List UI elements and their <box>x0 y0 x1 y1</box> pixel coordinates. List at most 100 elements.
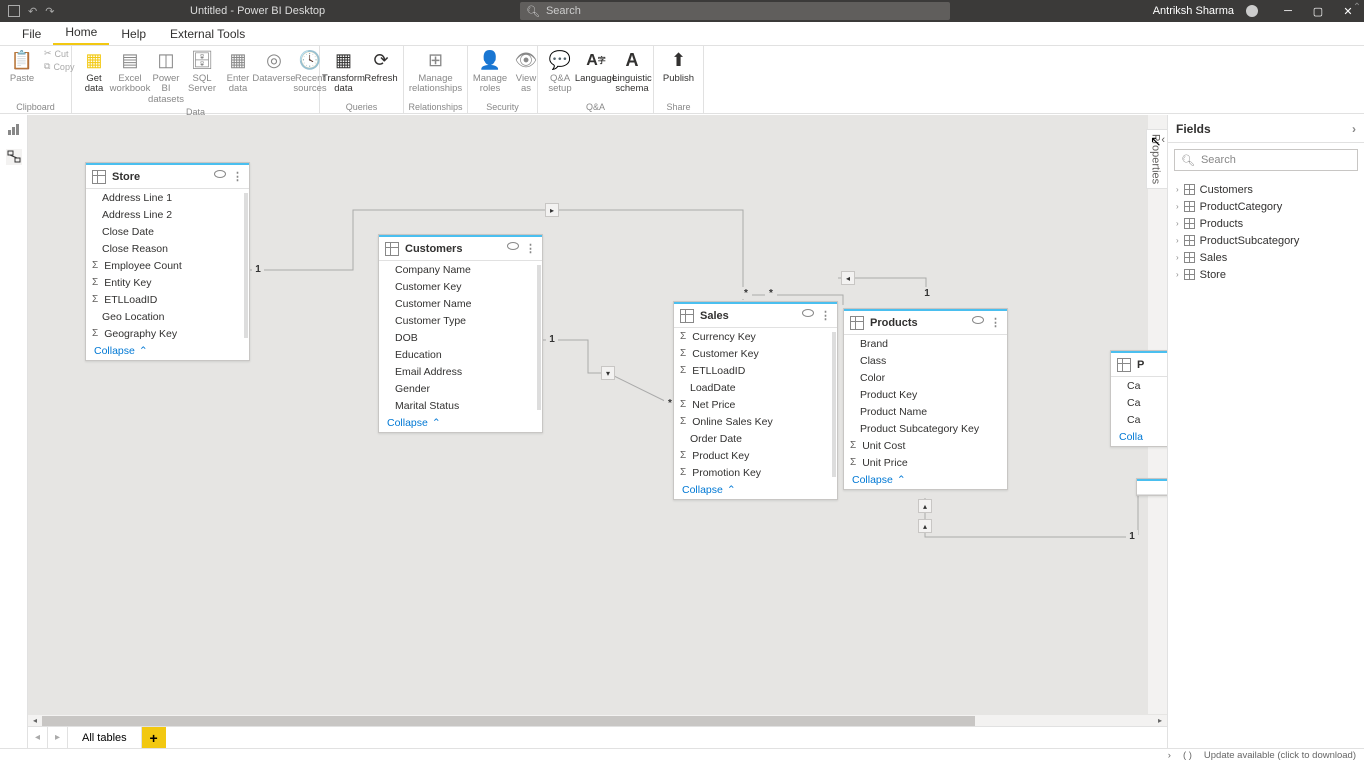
field-row[interactable]: Close Date <box>86 223 249 240</box>
field-row[interactable]: ΣEmployee Count <box>86 257 249 274</box>
field-row[interactable]: ΣUnit Cost <box>844 437 1007 454</box>
field-row[interactable]: LoadDate <box>674 379 837 396</box>
table-card-partial[interactable]: P Ca Ca Ca Colla <box>1110 350 1167 447</box>
save-icon[interactable] <box>8 5 20 17</box>
field-row[interactable]: ΣGeography Key <box>86 325 249 342</box>
menu-file[interactable]: File <box>10 23 53 45</box>
pbi-datasets-button[interactable]: ◫Power BI datasets <box>150 48 182 107</box>
filter-direction-icon[interactable]: ▴ <box>918 499 932 513</box>
fields-item-productsubcategory[interactable]: ›ProductSubcategory <box>1168 232 1364 249</box>
field-row[interactable]: Product Name <box>844 403 1007 420</box>
collapse-button[interactable]: Collapse⌃ <box>674 481 837 499</box>
field-row[interactable]: Close Reason <box>86 240 249 257</box>
dataverse-button[interactable]: ◎Dataverse <box>258 48 290 86</box>
menu-home[interactable]: Home <box>53 21 109 45</box>
field-row[interactable]: Address Line 2 <box>86 206 249 223</box>
redo-icon[interactable]: ↷ <box>45 5 54 18</box>
sql-server-button[interactable]: 🗄SQL Server <box>186 48 218 97</box>
scroll-right-button[interactable]: ▸ <box>1153 715 1167 727</box>
scroll-left-button[interactable]: ◂ <box>28 715 42 727</box>
field-row[interactable]: ΣOnline Sales Key <box>674 413 837 430</box>
field-row[interactable]: Customer Name <box>379 295 542 312</box>
cut-button[interactable]: ✂Cut <box>44 48 69 59</box>
filter-direction-icon[interactable]: ▸ <box>545 203 559 217</box>
scrollbar[interactable] <box>832 332 836 477</box>
field-row[interactable]: Company Name <box>379 261 542 278</box>
tab-prev-button[interactable]: ◂ <box>28 727 48 748</box>
more-icon[interactable]: ⋮ <box>990 316 1001 329</box>
field-row[interactable]: Class <box>844 352 1007 369</box>
field-row[interactable]: Customer Key <box>379 278 542 295</box>
model-view-icon[interactable] <box>6 149 22 165</box>
fields-item-store[interactable]: ›Store <box>1168 266 1364 283</box>
fields-search-input[interactable]: 🔍︎ Search <box>1174 149 1358 171</box>
table-card-products[interactable]: Products ⋮ Brand Class Color Product Key… <box>843 308 1008 490</box>
field-row[interactable]: Customer Type <box>379 312 542 329</box>
tab-next-button[interactable]: ▸ <box>48 727 68 748</box>
visibility-icon[interactable] <box>214 170 226 178</box>
more-icon[interactable]: ⋮ <box>820 309 831 322</box>
user-name[interactable]: Antriksh Sharma <box>1153 5 1234 17</box>
table-card-customers[interactable]: Customers ⋮ Company Name Customer Key Cu… <box>378 234 543 433</box>
linguistic-schema-button[interactable]: ALinguistic schema <box>616 48 648 97</box>
field-row[interactable]: Email Address <box>379 363 542 380</box>
add-tab-button[interactable]: + <box>142 727 166 748</box>
table-card-partial-2[interactable] <box>1136 478 1167 496</box>
field-row[interactable]: Gender <box>379 380 542 397</box>
fields-item-productcategory[interactable]: ›ProductCategory <box>1168 198 1364 215</box>
manage-roles-button[interactable]: 👤Manage roles <box>474 48 506 97</box>
field-row[interactable]: Ca <box>1111 411 1167 428</box>
field-row[interactable]: ΣUnit Price <box>844 454 1007 471</box>
field-row[interactable]: Ca <box>1111 377 1167 394</box>
fields-item-products[interactable]: ›Products <box>1168 215 1364 232</box>
collapse-button[interactable]: Collapse⌃ <box>86 342 249 360</box>
field-row[interactable]: Color <box>844 369 1007 386</box>
excel-workbook-button[interactable]: ▤Excel workbook <box>114 48 146 97</box>
field-row[interactable]: DOB <box>379 329 542 346</box>
global-search[interactable]: 🔍︎ Search <box>520 2 950 20</box>
chevron-right-icon[interactable]: › <box>1352 122 1356 136</box>
fields-item-customers[interactable]: ›Customers <box>1168 181 1364 198</box>
scrollbar[interactable] <box>537 265 541 410</box>
status-update[interactable]: Update available (click to download) <box>1204 750 1356 761</box>
field-row[interactable]: ΣETLLoadID <box>86 291 249 308</box>
fields-item-sales[interactable]: ›Sales <box>1168 249 1364 266</box>
refresh-button[interactable]: ⟳Refresh <box>365 48 397 86</box>
field-row[interactable]: ΣCustomer Key <box>674 345 837 362</box>
more-icon[interactable]: ⋮ <box>232 170 243 183</box>
field-row[interactable]: Geo Location <box>86 308 249 325</box>
report-view-icon[interactable] <box>6 121 22 137</box>
transform-data-button[interactable]: ▦Transform data <box>326 48 361 97</box>
properties-pane-toggle[interactable]: ‹ Properties <box>1146 129 1167 189</box>
menu-help[interactable]: Help <box>109 23 158 45</box>
copy-button[interactable]: ⧉Copy <box>44 61 74 72</box>
field-row[interactable]: Product Key <box>844 386 1007 403</box>
user-avatar[interactable] <box>1246 5 1258 17</box>
scrollbar[interactable] <box>244 193 248 338</box>
field-row[interactable]: Product Subcategory Key <box>844 420 1007 437</box>
ribbon-collapse-button[interactable]: ⌃ <box>1350 0 1364 14</box>
menu-external-tools[interactable]: External Tools <box>158 23 257 45</box>
field-row[interactable]: Brand <box>844 335 1007 352</box>
field-row[interactable]: Address Line 1 <box>86 189 249 206</box>
publish-button[interactable]: ⬆Publish <box>660 48 697 86</box>
filter-direction-icon[interactable]: ◂ <box>841 271 855 285</box>
collapse-button[interactable]: Collapse⌃ <box>379 414 542 432</box>
field-row[interactable]: Order Date <box>674 430 837 447</box>
collapse-button[interactable]: Colla <box>1111 428 1167 446</box>
field-row[interactable]: ΣPromotion Key <box>674 464 837 481</box>
field-row[interactable]: ΣNet Price <box>674 396 837 413</box>
qa-setup-button[interactable]: 💬Q&A setup <box>544 48 576 97</box>
get-data-button[interactable]: ▦Get data <box>78 48 110 97</box>
field-row[interactable]: ΣProduct Key <box>674 447 837 464</box>
visibility-icon[interactable] <box>802 309 814 317</box>
table-card-sales[interactable]: Sales ⋮ ΣCurrency Key ΣCustomer Key ΣETL… <box>673 301 838 500</box>
minimize-button[interactable]: ─ <box>1282 5 1294 17</box>
maximize-button[interactable]: ▢ <box>1312 5 1324 17</box>
undo-icon[interactable]: ↶ <box>28 5 37 18</box>
model-canvas[interactable]: ▸ ▾ ◂ ▴ ▴ 1 1 * * * 1 1 Store ⋮ <box>28 115 1148 725</box>
visibility-icon[interactable] <box>972 316 984 324</box>
field-row[interactable]: Marital Status <box>379 397 542 414</box>
field-row[interactable]: Ca <box>1111 394 1167 411</box>
paste-button[interactable]: 📋 Paste <box>6 48 38 86</box>
